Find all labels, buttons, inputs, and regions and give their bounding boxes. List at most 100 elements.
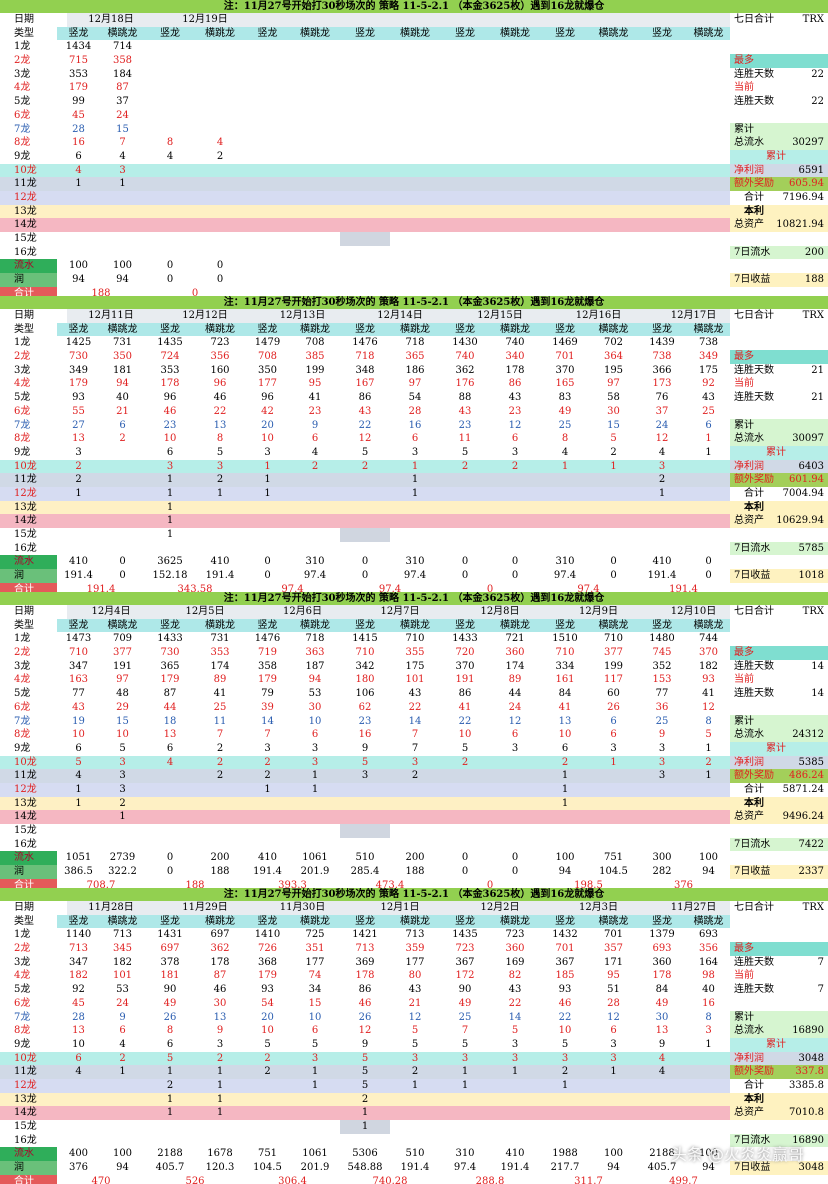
type-header: 竖龙	[57, 322, 100, 337]
cell-value: 718	[305, 633, 325, 645]
row-label: 润	[0, 1161, 57, 1175]
cell-value: 6	[311, 729, 319, 741]
row-label: 6龙	[14, 109, 31, 121]
flow-value: 100	[112, 260, 133, 272]
cell-value	[245, 40, 290, 54]
type-header: 横跳龙	[290, 322, 340, 337]
day-total	[245, 287, 340, 296]
type-header: 横跳龙	[687, 26, 730, 41]
cell-value	[687, 81, 730, 95]
type-header: 横跳龙	[490, 322, 540, 337]
profit-value	[540, 273, 590, 287]
cell-value: 10	[458, 729, 472, 741]
cell-value: 4	[166, 150, 174, 162]
summary-value: 16890	[792, 1025, 824, 1037]
cell-value: 12	[408, 1011, 422, 1023]
cell-value: 20	[261, 419, 274, 431]
cell-value	[290, 205, 340, 219]
day-date: 12月1日	[350, 901, 450, 915]
cell-value	[195, 246, 245, 260]
date-row: 日期 12月11日 12月12日 12月13日 12月14日 12月15日 12月16日 12…	[0, 309, 740, 323]
summary-row: 累计	[730, 418, 828, 433]
cell-value: 1	[166, 1093, 174, 1105]
cell-value: 3	[75, 446, 82, 458]
cell-value: 177	[405, 956, 425, 968]
row-label: 12龙	[14, 487, 37, 499]
cell-value	[590, 838, 637, 852]
table-block-2: 注：11月27号开始打30秒场次的 策略 11-5-2.1 （本金3625枚）遇…	[0, 592, 828, 888]
cell-value	[590, 797, 637, 811]
cell-value: 1	[119, 178, 126, 190]
cell-value: 6	[119, 1025, 126, 1037]
cell-value: 3	[119, 783, 126, 795]
cell-value: 53	[308, 688, 322, 700]
summary-label: 当前	[734, 82, 754, 94]
cell-value	[245, 246, 290, 260]
day-total: 0	[486, 583, 494, 592]
flow-value: 0	[705, 556, 712, 568]
cell-value	[57, 218, 100, 232]
cell-value	[440, 109, 490, 123]
cell-value	[637, 232, 687, 246]
cell-value: 10	[308, 715, 322, 727]
summary-value: 605.94	[789, 178, 824, 190]
cell-value: 349	[68, 364, 89, 376]
cell-value: 2	[561, 1066, 569, 1078]
flow-value	[687, 259, 730, 273]
flow-value: 100	[68, 260, 89, 272]
profit-value: 94	[558, 866, 572, 878]
type-header: 竖龙	[637, 914, 687, 929]
cell-value: 5	[461, 1038, 469, 1050]
cell-value	[637, 54, 687, 68]
flow-value	[590, 259, 637, 273]
cell-value	[145, 542, 195, 556]
cell-value	[390, 136, 440, 150]
flow-value	[440, 259, 490, 273]
flow-value	[290, 259, 340, 273]
cell-value: 367	[555, 956, 575, 968]
cell-value: 101	[405, 674, 425, 686]
cell-value: 718	[355, 351, 375, 363]
cell-value: 10	[308, 1011, 322, 1023]
cell-value: 8	[705, 1011, 712, 1023]
summary-row: 合计 5871.24	[730, 782, 828, 797]
cell-value	[590, 191, 637, 205]
cell-value	[195, 218, 245, 232]
cell-value: 377	[112, 647, 133, 659]
dragon-row: 8龙 10 10 13 7 7 6 16 7 10 6 10 6 9 5	[0, 728, 730, 742]
cell-value: 4	[658, 446, 666, 458]
summary-row	[730, 323, 828, 337]
summary-row: 最多	[730, 942, 828, 956]
cell-value: 1439	[649, 337, 675, 349]
cell-value: 3	[658, 770, 666, 782]
summary-label: 7日流水	[734, 542, 771, 554]
cell-value	[490, 810, 540, 824]
cell-value	[145, 797, 195, 811]
cell-value: 174	[505, 660, 525, 672]
cell-value: 1	[361, 1121, 369, 1132]
cell-value: 25	[655, 715, 669, 727]
cell-value	[540, 542, 590, 556]
cell-value	[687, 232, 730, 246]
cell-value	[540, 81, 590, 95]
cell-value	[57, 542, 100, 556]
day-date: 12月9日	[550, 605, 647, 619]
day-date: 12月6日	[255, 605, 350, 619]
summary-value: 337.8	[795, 1066, 824, 1078]
flow-value: 100	[555, 852, 575, 864]
summary-label: 连胜天数	[734, 660, 774, 672]
summary-label: 净利润	[734, 756, 764, 768]
cell-value: 12	[655, 433, 669, 445]
cell-value	[390, 1106, 440, 1120]
cell-value: 3	[610, 1052, 617, 1064]
profit-value: 191.4	[64, 570, 93, 582]
flow-value	[540, 259, 590, 273]
cell-value	[340, 542, 390, 556]
type-header: 竖龙	[440, 322, 490, 337]
cell-value	[440, 1106, 490, 1120]
cell-value: 2	[216, 770, 224, 782]
cell-value: 199	[305, 364, 325, 376]
profit-value: 94	[116, 274, 129, 286]
cell-value: 165	[555, 378, 575, 390]
summary-label: 七日合计	[734, 310, 774, 321]
